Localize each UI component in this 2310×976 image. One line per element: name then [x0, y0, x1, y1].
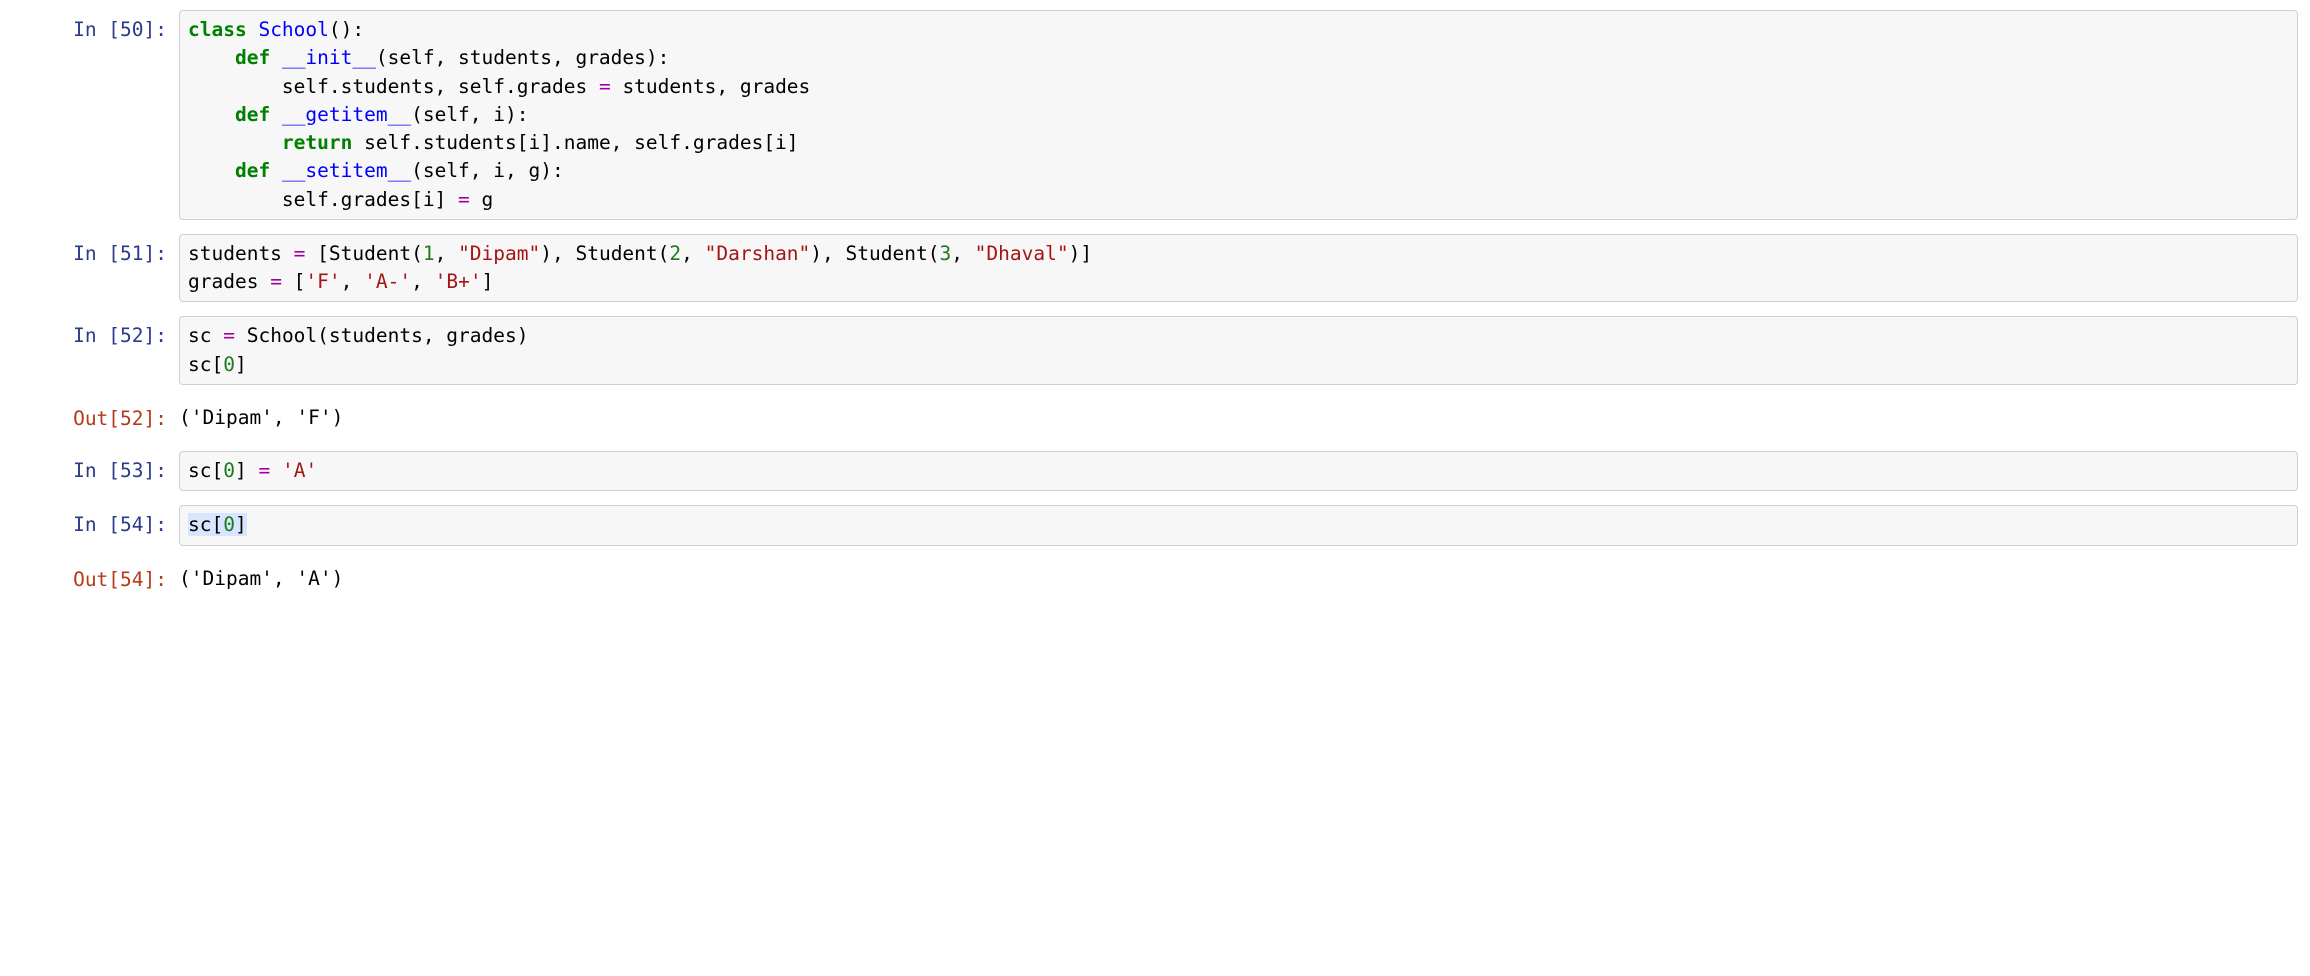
input-cell: In [54]:sc[0] [12, 505, 2298, 545]
out-prompt: Out[52]: [12, 399, 179, 433]
output-cell: Out[52]:('Dipam', 'F') [12, 399, 2298, 437]
in-prompt: In [53]: [12, 451, 179, 485]
input-cell: In [50]:class School(): def __init__(sel… [12, 10, 2298, 220]
code-output: ('Dipam', 'F') [179, 399, 2298, 437]
in-prompt: In [52]: [12, 316, 179, 350]
code-input[interactable]: class School(): def __init__(self, stude… [179, 10, 2298, 220]
output-cell: Out[54]:('Dipam', 'A') [12, 560, 2298, 598]
input-cell: In [51]:students = [Student(1, "Dipam"),… [12, 234, 2298, 303]
input-cell: In [53]:sc[0] = 'A' [12, 451, 2298, 491]
in-prompt: In [50]: [12, 10, 179, 44]
code-input[interactable]: sc = School(students, grades) sc[0] [179, 316, 2298, 385]
out-prompt: Out[54]: [12, 560, 179, 594]
in-prompt: In [54]: [12, 505, 179, 539]
input-cell: In [52]:sc = School(students, grades) sc… [12, 316, 2298, 385]
code-input[interactable]: sc[0] = 'A' [179, 451, 2298, 491]
code-output: ('Dipam', 'A') [179, 560, 2298, 598]
code-input[interactable]: sc[0] [179, 505, 2298, 545]
in-prompt: In [51]: [12, 234, 179, 268]
code-input[interactable]: students = [Student(1, "Dipam"), Student… [179, 234, 2298, 303]
